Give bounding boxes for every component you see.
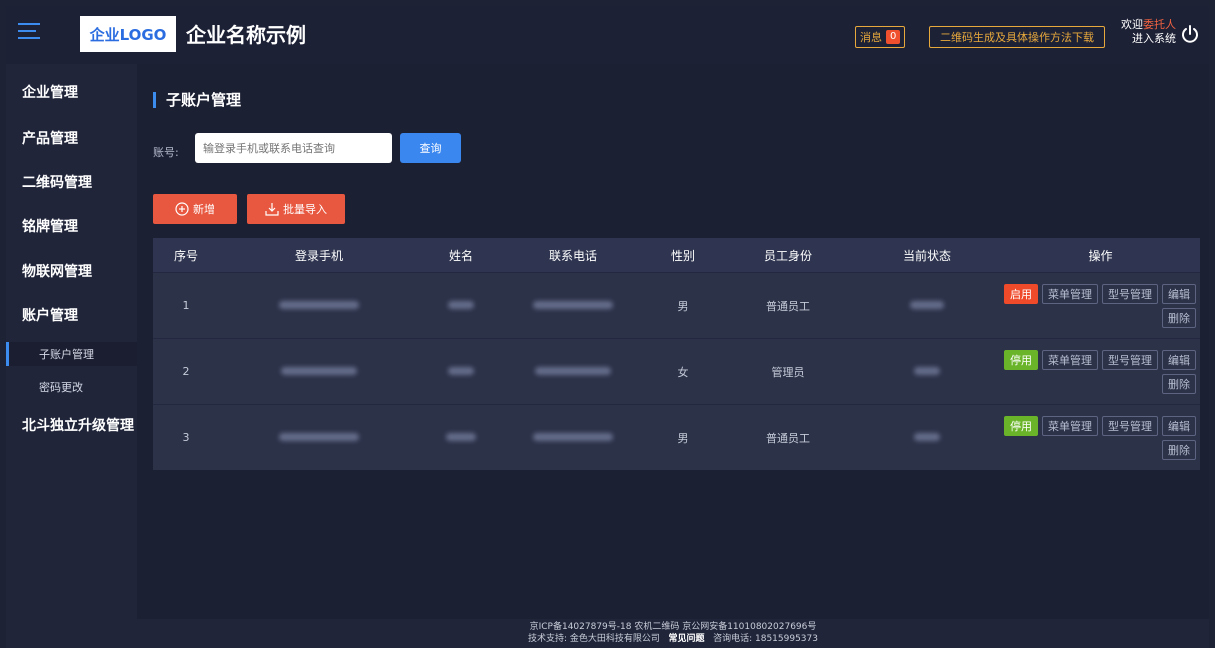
import-label: 批量导入 xyxy=(283,203,327,216)
plus-circle-icon xyxy=(175,202,189,216)
subaccount-table: 序号 登录手机 姓名 联系电话 性别 员工身份 当前状态 操作 1 男 普通员工 xyxy=(153,238,1200,470)
company-name: 企业名称示例 xyxy=(186,23,306,47)
welcome-user[interactable]: 委托人 xyxy=(1143,18,1176,31)
col-header-actions: 操作 xyxy=(1088,248,1113,263)
messages-label: 消息 xyxy=(860,31,882,44)
login-phone-redacted xyxy=(219,299,419,312)
row-no: 1 xyxy=(182,299,190,312)
add-label: 新增 xyxy=(193,203,215,216)
edit-button[interactable]: 编辑 xyxy=(1162,415,1196,436)
hamburger-menu-icon[interactable] xyxy=(18,23,40,43)
row-role: 普通员工 xyxy=(766,299,810,313)
footer-phone: 咨询电话: 18515995373 xyxy=(713,634,818,644)
footer-line2: 技术支持: 金色大田科技有限公司 常见问题 咨询电话: 18515995373 xyxy=(137,633,1209,645)
download-guide-button[interactable]: 二维码生成及具体操作方法下载 xyxy=(929,26,1105,48)
account-label: 账号: xyxy=(153,146,179,159)
power-icon[interactable] xyxy=(1180,24,1200,44)
row-actions: 停用 菜单管理 型号管理 编辑 删除 xyxy=(1001,349,1200,394)
contact-phone-redacted xyxy=(503,365,643,378)
row-no: 2 xyxy=(182,365,190,378)
col-header-no: 序号 xyxy=(173,248,198,263)
enter-system-link[interactable]: 进入系统 xyxy=(1116,32,1176,46)
delete-button[interactable]: 删除 xyxy=(1162,307,1196,328)
edit-button[interactable]: 编辑 xyxy=(1162,349,1196,370)
contact-phone-redacted xyxy=(503,431,643,444)
login-phone-redacted xyxy=(219,431,419,444)
col-header-gender: 性别 xyxy=(670,248,695,263)
sidebar-item-iot[interactable]: 物联网管理 xyxy=(22,261,92,281)
top-header: 企业LOGO 企业名称示例 消息 0 二维码生成及具体操作方法下载 欢迎委托人 … xyxy=(6,6,1209,64)
table-row: 2 女 管理员 停用 菜单管理 型号管理 编辑 删除 xyxy=(153,338,1200,404)
welcome-prefix: 欢迎 xyxy=(1121,18,1143,31)
name-redacted xyxy=(419,365,503,378)
disable-button[interactable]: 停用 xyxy=(1004,415,1038,436)
message-count-badge: 0 xyxy=(886,30,901,44)
download-icon xyxy=(265,203,279,216)
row-gender: 女 xyxy=(677,365,689,379)
sidebar: 企业管理 产品管理 二维码管理 铭牌管理 物联网管理 账户管理 子账户管理 密码… xyxy=(6,64,137,648)
model-manage-button[interactable]: 型号管理 xyxy=(1102,283,1158,304)
sidebar-item-accounts[interactable]: 账户管理 xyxy=(22,305,78,325)
sidebar-item-nameplate[interactable]: 铭牌管理 xyxy=(22,216,78,236)
footer-icp: 京ICP备14027879号-18 农机二维码 京公网安备11010802027… xyxy=(529,622,817,632)
page-title: 子账户管理 xyxy=(153,92,241,108)
subaccounts-label: 子账户管理 xyxy=(39,348,94,361)
status-redacted xyxy=(853,299,1001,312)
footer-support: 技术支持: 金色大田科技有限公司 xyxy=(528,634,660,644)
name-redacted xyxy=(419,299,503,312)
edit-button[interactable]: 编辑 xyxy=(1162,283,1196,304)
login-phone-redacted xyxy=(219,365,419,378)
enable-button[interactable]: 启用 xyxy=(1004,283,1038,304)
disable-button[interactable]: 停用 xyxy=(1004,349,1038,370)
contact-phone-redacted xyxy=(503,299,643,312)
delete-button[interactable]: 删除 xyxy=(1162,373,1196,394)
model-manage-button[interactable]: 型号管理 xyxy=(1102,349,1158,370)
query-button[interactable]: 查询 xyxy=(400,133,461,163)
row-gender: 男 xyxy=(677,431,689,445)
col-header-contact-phone: 联系电话 xyxy=(548,248,597,263)
status-redacted xyxy=(853,365,1001,378)
password-label: 密码更改 xyxy=(39,381,83,394)
company-logo: 企业LOGO xyxy=(80,16,176,52)
table-row: 1 男 普通员工 启用 菜单管理 型号管理 编辑 删除 xyxy=(153,272,1200,338)
app-window: 企业LOGO 企业名称示例 消息 0 二维码生成及具体操作方法下载 欢迎委托人 … xyxy=(6,6,1209,648)
status-redacted xyxy=(853,431,1001,444)
name-redacted xyxy=(419,431,503,444)
add-button[interactable]: 新增 xyxy=(153,194,237,224)
row-no: 3 xyxy=(182,431,190,444)
row-actions: 启用 菜单管理 型号管理 编辑 删除 xyxy=(1001,283,1200,328)
row-role: 管理员 xyxy=(771,365,805,379)
delete-button[interactable]: 删除 xyxy=(1162,439,1196,460)
welcome-text: 欢迎委托人 进入系统 xyxy=(1116,18,1176,46)
menu-manage-button[interactable]: 菜单管理 xyxy=(1042,415,1098,436)
col-header-status: 当前状态 xyxy=(902,248,951,263)
table-row: 3 男 普通员工 停用 菜单管理 型号管理 编辑 删除 xyxy=(153,404,1200,470)
sidebar-item-beidou[interactable]: 北斗独立升级管理 xyxy=(22,415,134,435)
col-header-name: 姓名 xyxy=(448,248,473,263)
search-input[interactable] xyxy=(195,133,392,163)
model-manage-button[interactable]: 型号管理 xyxy=(1102,415,1158,436)
batch-import-button[interactable]: 批量导入 xyxy=(247,194,345,224)
sidebar-subitem-password[interactable]: 密码更改 xyxy=(6,375,137,399)
row-gender: 男 xyxy=(677,299,689,313)
menu-manage-button[interactable]: 菜单管理 xyxy=(1042,283,1098,304)
messages-button[interactable]: 消息 0 xyxy=(855,26,906,48)
sidebar-item-qrcode[interactable]: 二维码管理 xyxy=(22,172,92,192)
col-header-login-phone: 登录手机 xyxy=(294,248,343,263)
col-header-role: 员工身份 xyxy=(763,248,812,263)
row-role: 普通员工 xyxy=(766,431,810,445)
main-content: 子账户管理 账号: 查询 新增 批量导入 序号 登录手机 姓名 联系电话 xyxy=(137,64,1209,619)
sidebar-item-enterprise[interactable]: 企业管理 xyxy=(22,82,78,102)
menu-manage-button[interactable]: 菜单管理 xyxy=(1042,349,1098,370)
sidebar-subitem-subaccounts[interactable]: 子账户管理 xyxy=(6,342,137,366)
sidebar-item-products[interactable]: 产品管理 xyxy=(22,128,78,148)
faq-link[interactable]: 常见问题 xyxy=(669,634,705,644)
row-actions: 停用 菜单管理 型号管理 编辑 删除 xyxy=(1001,415,1200,460)
table-header: 序号 登录手机 姓名 联系电话 性别 员工身份 当前状态 操作 xyxy=(153,238,1200,272)
page-footer: 京ICP备14027879号-18 农机二维码 京公网安备11010802027… xyxy=(137,619,1209,648)
